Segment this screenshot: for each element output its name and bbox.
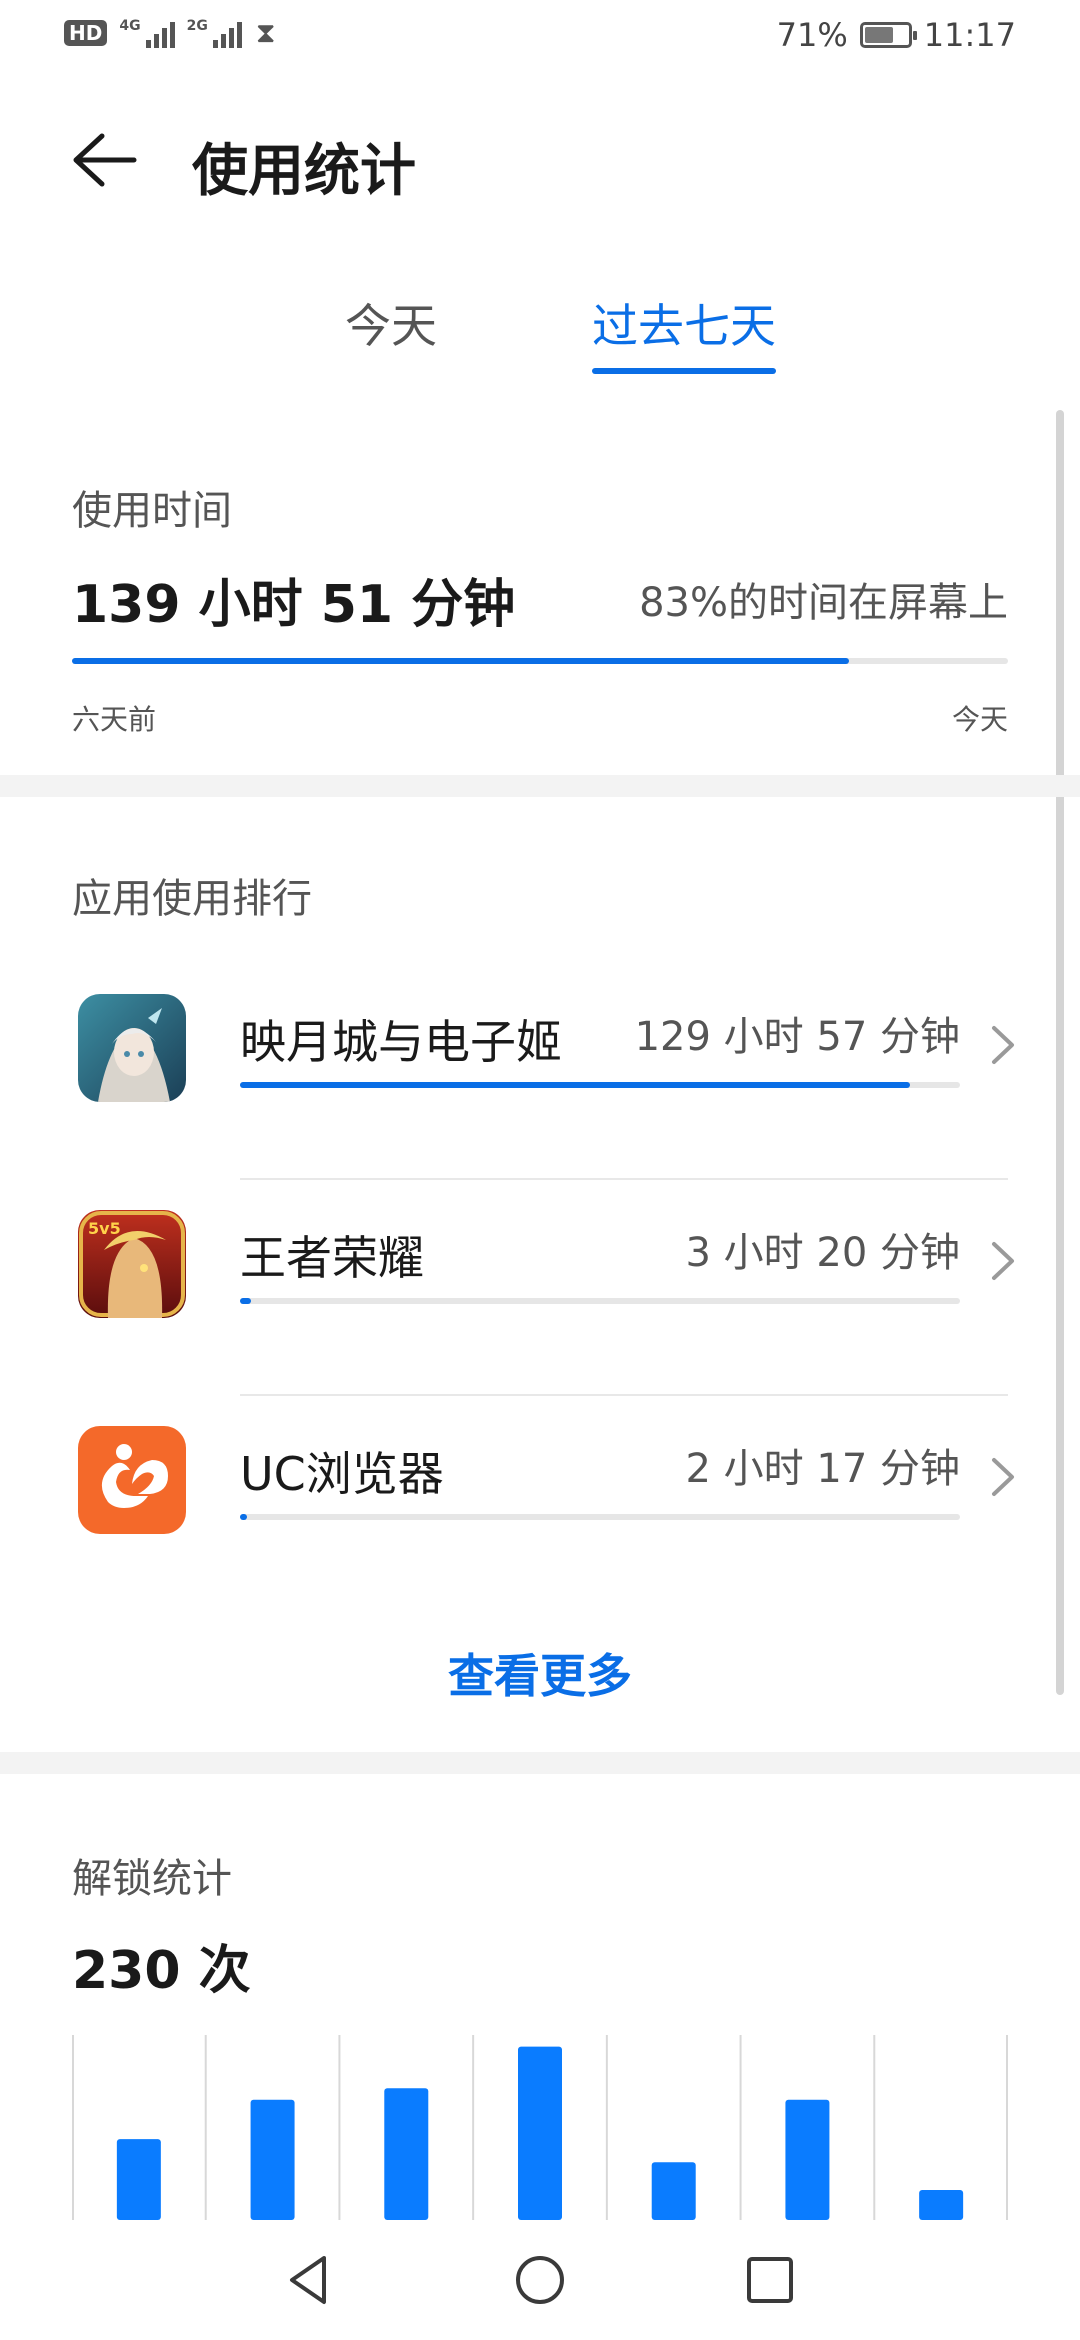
app-usage-bar [240,1298,960,1304]
usage-progress-fill [72,658,849,664]
unlock-bar [384,2088,429,2220]
app-usage-fill [240,1514,248,1520]
section-divider [0,1752,1080,1774]
app-row-wangzherongyao[interactable]: 5v5 王者荣耀 3 小时 20 分钟 [0,1180,1080,1396]
app-name: 映月城与电子姬 [240,1015,562,1069]
yingyuecheng-app-icon [78,994,186,1102]
back-arrow-icon[interactable] [70,130,140,190]
clock: 11:17 [923,16,1016,54]
usage-time-label: 使用时间 [72,488,232,534]
unlock-bar-chart [72,2035,1008,2220]
status-icons-right: 71% 11:17 [777,16,1016,54]
status-icons-left: HD 4G 2G ⧗ [64,18,275,48]
tab-past-seven-days-label: 过去七天 [592,299,776,353]
chevron-right-icon [992,1458,1014,1496]
navigation-bar [0,2220,1080,2340]
app-usage-time: 3 小时 20 分钟 [685,1230,961,1276]
app-header: 使用统计 [0,110,1080,210]
signal-strength-icon-2: 2G [187,18,242,48]
tab-today-label: 今天 [345,299,437,353]
app-row-yingyuecheng[interactable]: 映月城与电子姬 129 小时 57 分钟 [0,964,1080,1180]
app-ranking-label: 应用使用排行 [72,876,312,922]
chevron-right-icon [992,1242,1014,1280]
signal-strength-icon-1: 4G [119,18,175,48]
page-title: 使用统计 [192,139,416,204]
app-usage-fill [240,1298,251,1304]
period-tabs: 今天 过去七天 [0,290,1080,380]
unlock-bar [250,2099,295,2220]
screen-on-percent: 83%的时间在屏幕上 [639,580,1008,626]
battery-percent: 71% [776,16,848,54]
unlock-bar [518,2046,562,2220]
app-usage-bar [240,1082,960,1088]
nav-back-icon[interactable] [280,2250,340,2310]
usage-time-total: 139 小时 51 分钟 [72,575,516,635]
unlock-bar [116,2139,161,2220]
tab-today[interactable]: 今天 [345,290,437,380]
status-bar: HD 4G 2G ⧗ 71% 11:17 [0,0,1080,78]
active-tab-indicator [592,368,776,374]
section-divider [0,775,1080,797]
battery-icon [859,22,917,48]
hd-icon: HD [64,20,108,46]
chevron-right-icon [992,1026,1014,1064]
unlock-stats-label: 解锁统计 [72,1856,232,1902]
unlock-count: 230 次 [72,1941,251,2001]
app-usage-time: 2 小时 17 分钟 [685,1446,961,1492]
see-more-button[interactable]: 查看更多 [0,1640,1080,1706]
usage-progress-bar [72,658,1008,664]
range-end-label: 今天 [951,703,1008,736]
app-row-uc-browser[interactable]: UC浏览器 2 小时 17 分钟 [0,1396,1080,1612]
wangzherongyao-app-icon: 5v5 [78,1210,186,1318]
nav-home-icon[interactable] [510,2250,570,2310]
app-name: 王者荣耀 [240,1231,424,1285]
app-usage-fill [240,1082,910,1088]
unlock-bar [651,2162,696,2220]
uc-browser-app-icon [78,1426,186,1534]
app-usage-time: 129 小时 57 分钟 [634,1014,960,1060]
unlock-bar [785,2099,830,2220]
app-usage-bar [240,1514,960,1520]
hourglass-icon: ⧗ [255,16,276,49]
svg-text:5v5: 5v5 [88,1219,121,1238]
tab-past-seven-days[interactable]: 过去七天 [592,290,776,380]
unlock-bar [919,2189,964,2220]
range-start-label: 六天前 [72,703,157,736]
nav-recents-icon[interactable] [740,2250,800,2310]
app-name: UC浏览器 [240,1447,444,1501]
